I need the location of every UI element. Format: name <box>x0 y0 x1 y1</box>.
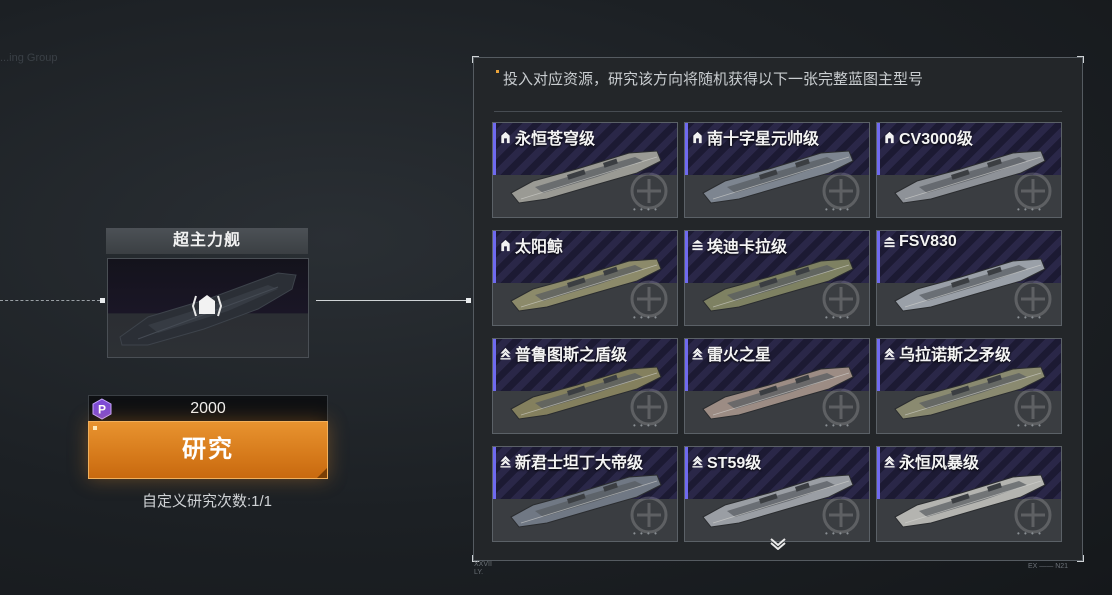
ship-model-image <box>510 366 662 420</box>
ship-card[interactable]: FSV830 • • • • <box>876 230 1062 326</box>
ship-name-label: 埃迪卡拉级 <box>691 233 787 257</box>
bullet-dot <box>496 70 499 73</box>
ship-name: 埃迪卡拉级 <box>707 239 788 256</box>
rank-arch-icon <box>501 239 510 251</box>
ship-card[interactable]: ST59级 • • • • <box>684 446 870 542</box>
rank-chevron-icon <box>500 347 511 360</box>
ship-card[interactable]: 太阳鲸 • • • • <box>492 230 678 326</box>
ship-card[interactable]: CV3000级 • • • • <box>876 122 1062 218</box>
ship-model-image <box>702 474 854 528</box>
connector-line <box>316 300 468 301</box>
rank-arch-icon <box>885 131 894 143</box>
background-faint-text: ...ing Group <box>0 52 58 64</box>
rank-chevron-icon <box>884 455 895 468</box>
ship-model-image <box>894 150 1046 204</box>
footer-left-line-2: LY. <box>474 569 484 576</box>
rank-arch-icon <box>693 131 702 143</box>
panel-separator <box>494 111 1062 112</box>
card-decoration-dots: • • • • <box>825 313 850 322</box>
rank-chevron-icon <box>884 347 895 360</box>
ship-card[interactable]: 永恒风暴级 • • • • <box>876 446 1062 542</box>
panel-corner <box>1077 555 1084 562</box>
connector-node-left <box>100 298 105 303</box>
custom-research-count: 自定义研究次数:1/1 <box>141 493 273 510</box>
rank-triple-icon <box>692 239 703 250</box>
ship-name-label: 太阳鲸 <box>499 233 563 257</box>
ship-name: CV3000级 <box>899 131 973 148</box>
ship-model-image <box>510 150 662 204</box>
ship-name-label: ST59级 <box>691 449 761 473</box>
ship-card[interactable]: 新君士坦丁大帝级 • • • • <box>492 446 678 542</box>
panel-footer-left: XXVII LY. <box>474 561 492 577</box>
ship-name: 乌拉诺斯之矛级 <box>899 347 1012 364</box>
research-button-label: 研究 <box>182 436 234 463</box>
ship-model-image <box>510 258 662 312</box>
card-decoration-dots: • • • • <box>633 205 658 214</box>
chevron-down-icon[interactable] <box>768 536 788 550</box>
ship-name-label: 乌拉诺斯之矛级 <box>883 341 1011 365</box>
ship-name-label: CV3000级 <box>883 125 973 149</box>
rank-chevron-icon <box>500 455 511 468</box>
ship-name: 永恒苍穹级 <box>515 131 596 148</box>
category-title: 超主力舰 <box>106 228 308 254</box>
panel-corner <box>1077 56 1084 63</box>
card-decoration-dots: • • • • <box>1017 205 1042 214</box>
ship-name: 普鲁图斯之盾级 <box>515 347 628 364</box>
ship-name-label: 永恒苍穹级 <box>499 125 595 149</box>
ship-model-image <box>894 474 1046 528</box>
panel-footer-right: EX —— N21 <box>1028 563 1069 570</box>
ship-name: 永恒风暴级 <box>899 455 980 472</box>
ship-name-label: 南十字星元帅级 <box>691 125 819 149</box>
ship-card[interactable]: 雷火之星 • • • • <box>684 338 870 434</box>
ship-card[interactable]: 普鲁图斯之盾级 • • • • <box>492 338 678 434</box>
button-corner-notch <box>317 468 327 478</box>
ship-model-image <box>894 366 1046 420</box>
capital-rank-badge-icon <box>191 295 223 317</box>
ship-name-label: 永恒风暴级 <box>883 449 979 473</box>
rank-triple-icon <box>884 236 895 247</box>
ship-card[interactable]: 永恒苍穹级 • • • • <box>492 122 678 218</box>
card-decoration-dots: • • • • <box>1017 313 1042 322</box>
cost-value: 2000 <box>190 400 226 417</box>
ship-card[interactable]: 埃迪卡拉级 • • • • <box>684 230 870 326</box>
panel-corner <box>472 56 479 63</box>
connector-dashed <box>0 300 100 301</box>
card-decoration-dots: • • • • <box>825 421 850 430</box>
ship-name-label: 雷火之星 <box>691 341 771 365</box>
card-decoration-dots: • • • • <box>633 421 658 430</box>
rank-arch-icon <box>501 131 510 143</box>
ship-model-image <box>894 258 1046 312</box>
card-decoration-dots: • • • • <box>825 205 850 214</box>
footer-left-line-1: XXVII <box>474 561 492 568</box>
ship-model-image <box>510 474 662 528</box>
cost-bar: P 2000 <box>88 395 328 423</box>
ship-name-label: 普鲁图斯之盾级 <box>499 341 627 365</box>
panel-description: 投入对应资源，研究该方向将随机获得以下一张完整蓝图主型号 <box>496 68 923 89</box>
button-accent-dot <box>93 426 97 430</box>
ship-card[interactable]: 乌拉诺斯之矛级 • • • • <box>876 338 1062 434</box>
card-decoration-dots: • • • • <box>1017 529 1042 538</box>
card-decoration-dots: • • • • <box>633 313 658 322</box>
panel-description-text: 投入对应资源，研究该方向将随机获得以下一张完整蓝图主型号 <box>503 71 924 88</box>
ship-name: 新君士坦丁大帝级 <box>515 455 644 472</box>
connector-node-right <box>466 298 471 303</box>
ship-model-image <box>702 150 854 204</box>
rank-chevron-icon <box>692 455 703 468</box>
ship-model-image <box>702 258 854 312</box>
ship-name: ST59级 <box>707 455 762 472</box>
ship-name: 南十字星元帅级 <box>707 131 820 148</box>
card-decoration-dots: • • • • <box>1017 421 1042 430</box>
ship-name-label: 新君士坦丁大帝级 <box>499 449 643 473</box>
card-decoration-dots: • • • • <box>633 529 658 538</box>
ship-card[interactable]: 南十字星元帅级 • • • • <box>684 122 870 218</box>
ship-name: 太阳鲸 <box>515 239 564 256</box>
ship-name: 雷火之星 <box>707 347 772 364</box>
research-button[interactable]: 研究 <box>88 421 328 479</box>
ship-model-image <box>702 366 854 420</box>
ship-name-label: FSV830 <box>883 233 957 251</box>
ship-name: FSV830 <box>899 233 957 250</box>
card-decoration-dots: • • • • <box>825 529 850 538</box>
rank-chevron-icon <box>692 347 703 360</box>
blueprint-panel: 投入对应资源，研究该方向将随机获得以下一张完整蓝图主型号 永恒苍穹级 • • • … <box>472 56 1084 562</box>
